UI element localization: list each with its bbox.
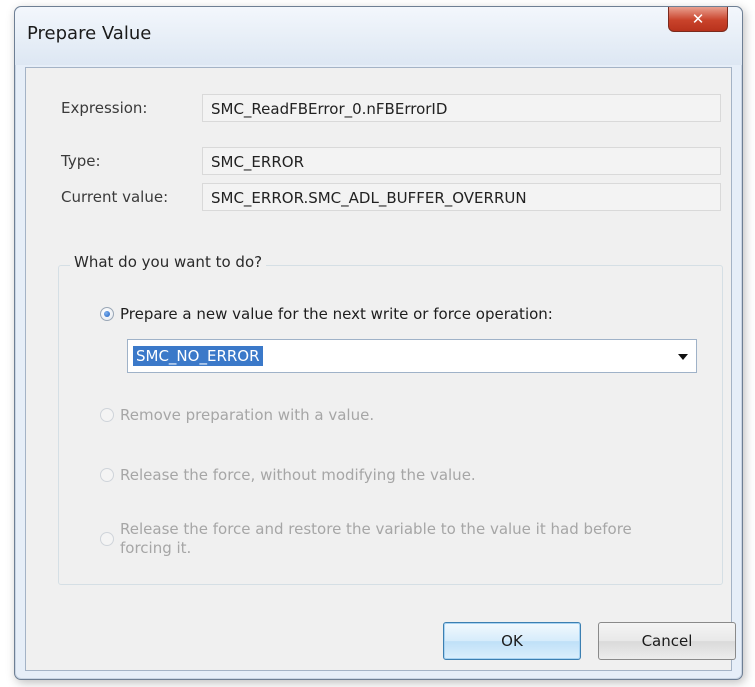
type-label: Type:: [61, 152, 101, 170]
radio-release-force[interactable]: Release the force, without modifying the…: [100, 466, 476, 484]
radio-prepare-new-value[interactable]: Prepare a new value for the next write o…: [100, 305, 553, 323]
dialog-title: Prepare Value: [27, 23, 152, 44]
radio-button[interactable]: [100, 532, 114, 546]
cancel-button[interactable]: Cancel: [598, 622, 736, 660]
radio-remove-preparation[interactable]: Remove preparation with a value.: [100, 406, 374, 424]
current-value-field: SMC_ERROR.SMC_ADL_BUFFER_OVERRUN: [202, 183, 721, 211]
current-value-label: Current value:: [61, 188, 169, 206]
value-combobox[interactable]: SMC_NO_ERROR: [127, 339, 697, 373]
radio-button[interactable]: [100, 408, 114, 422]
radio-label: Release the force, without modifying the…: [120, 466, 476, 484]
prepare-value-dialog: Prepare Value ✕ Expression: SMC_ReadFBEr…: [14, 6, 743, 680]
ok-button[interactable]: OK: [443, 622, 581, 660]
expression-label: Expression:: [61, 99, 148, 117]
radio-label: Release the force and restore the variab…: [120, 520, 632, 557]
dialog-body: Expression: SMC_ReadFBError_0.nFBErrorID…: [25, 67, 736, 671]
radio-release-and-restore[interactable]: Release the force and restore the variab…: [100, 520, 660, 558]
radio-dot-icon: [104, 311, 110, 317]
type-value: SMC_ERROR: [202, 147, 721, 175]
close-icon: ✕: [691, 10, 705, 28]
radio-label: Prepare a new value for the next write o…: [120, 305, 553, 323]
combo-selected-value[interactable]: SMC_NO_ERROR: [133, 346, 263, 366]
expression-value: SMC_ReadFBError_0.nFBErrorID: [202, 94, 721, 122]
radio-button[interactable]: [100, 468, 114, 482]
radio-label: Remove preparation with a value.: [120, 406, 375, 424]
radio-button-selected[interactable]: [100, 307, 114, 321]
dropdown-arrow-icon[interactable]: [678, 354, 688, 360]
groupbox-caption: What do you want to do?: [70, 253, 267, 271]
title-bar[interactable]: Prepare Value ✕: [15, 7, 742, 65]
close-button[interactable]: ✕: [668, 7, 728, 32]
